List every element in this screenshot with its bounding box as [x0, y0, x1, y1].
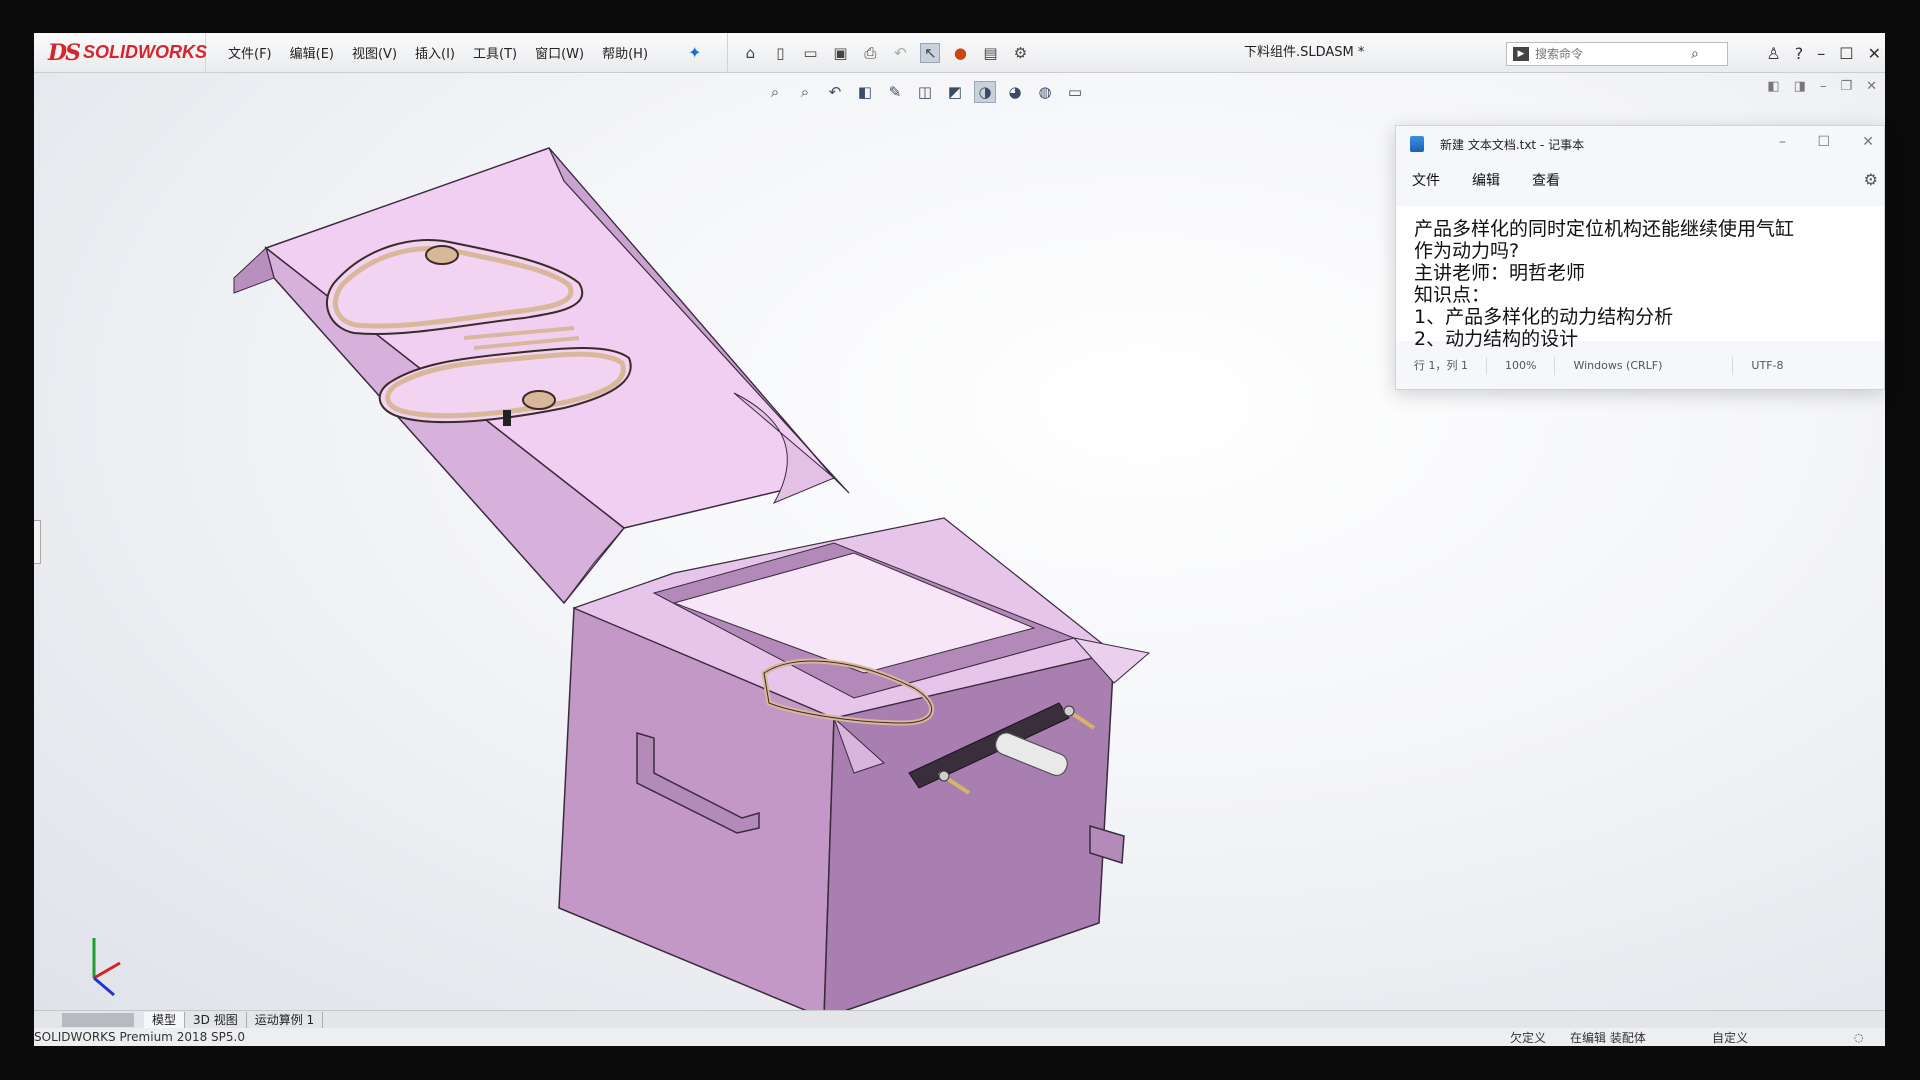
doc-minimize-icon[interactable]: – [1820, 79, 1827, 94]
select-cursor-icon[interactable]: ↖ [920, 42, 941, 63]
ds-logo-mark: DS [48, 39, 81, 66]
tab-3d-view[interactable]: 3D 视图 [185, 1011, 247, 1028]
menu-file[interactable]: 文件(F) [228, 43, 272, 62]
pin-icon[interactable]: ✦ [688, 43, 701, 62]
status-units[interactable]: 自定义 [1712, 1029, 1748, 1046]
text-encoding: UTF-8 [1751, 359, 1784, 372]
text-line: 主讲老师：明哲老师 [1414, 262, 1586, 284]
hide-show-items-icon[interactable]: ◑ [974, 81, 996, 103]
notepad-menu-file[interactable]: 文件 [1412, 170, 1440, 190]
close-icon[interactable]: ✕ [1868, 44, 1881, 63]
logo-text: SOLIDWORKS [82, 42, 207, 62]
new-document-icon[interactable]: ▯ [770, 43, 790, 63]
zoom-to-area-icon[interactable]: ⌕ [794, 81, 816, 103]
doc-close-icon[interactable]: ✕ [1866, 79, 1877, 94]
notepad-menu: 文件 编辑 查看 ⚙ [1396, 162, 1884, 198]
zoom-to-fit-icon[interactable]: ⌕ [764, 81, 786, 103]
solidworks-logo[interactable]: DS SOLIDWORKS [34, 33, 207, 73]
apply-scene-icon[interactable]: ◍ [1034, 81, 1056, 103]
notepad-window: 新建 文本文档.txt - 记事本 – ☐ ✕ 文件 编辑 查看 ⚙ 产品多样化… [1395, 125, 1885, 390]
notepad-text-area[interactable]: 产品多样化的同时定位机构还能继续使用气缸 作为动力吗? 主讲老师：明哲老师 知识… [1396, 206, 1884, 350]
notepad-status-bar: 行 1，列 1 100% Windows (CRLF) UTF-8 [1396, 352, 1884, 380]
status-editing: 在编辑 装配体 [1570, 1030, 1646, 1045]
text-line: 产品多样化的同时定位机构还能继续使用气缸 [1414, 218, 1795, 240]
maximize-icon[interactable]: ☐ [1839, 44, 1853, 63]
display-style-icon[interactable]: ◩ [944, 81, 966, 103]
tile-right-icon[interactable]: ◨ [1794, 79, 1806, 94]
window-controls: ♙ ? – ☐ ✕ [1766, 33, 1881, 73]
notepad-title: 新建 文本文档.txt - 记事本 [1440, 137, 1585, 152]
search-bar[interactable]: ▶ ⌕ [1506, 42, 1728, 66]
rebuild-icon[interactable]: ● [950, 43, 970, 63]
menu-bar: DS SOLIDWORKS 文件(F) 编辑(E) 视图(V) 插入(I) 工具… [34, 33, 1885, 73]
text-line: 1、产品多样化的动力结构分析 [1414, 306, 1674, 328]
notepad-title-bar: 新建 文本文档.txt - 记事本 – ☐ ✕ [1396, 126, 1884, 162]
text-line: 2、动力结构的设计 [1414, 328, 1579, 350]
text-line: 作为动力吗? [1414, 240, 1520, 262]
notepad-menu-edit[interactable]: 编辑 [1472, 170, 1500, 190]
save-icon[interactable]: ▣ [830, 43, 850, 63]
line-ending: Windows (CRLF) [1555, 357, 1734, 375]
document-window-controls: ◧ ◨ – ❐ ✕ [1767, 79, 1877, 94]
bottom-tab-bar: 模型 3D 视图 运动算例 1 [34, 1010, 1885, 1028]
print-icon[interactable]: ⎙ [860, 43, 880, 63]
notepad-menu-view[interactable]: 查看 [1532, 170, 1560, 190]
menu-help[interactable]: 帮助(H) [602, 43, 648, 62]
home-icon[interactable]: ⌂ [740, 43, 760, 63]
tab-model[interactable]: 模型 [144, 1011, 186, 1028]
menu-tools[interactable]: 工具(T) [473, 43, 517, 62]
cursor-position: 行 1，列 1 [1396, 357, 1487, 375]
notepad-app-icon [1410, 136, 1424, 152]
axis-triad-icon [92, 938, 121, 997]
status-bar: SOLIDWORKS Premium 2018 SP5.0 欠定义 在编辑 装配… [34, 1028, 1885, 1046]
zoom-level: 100% [1487, 357, 1556, 375]
standard-toolbar: ⌂ ▯ ▭ ▣ ⎙ ↶ ↖ ● ▤ ⚙ [727, 33, 1030, 73]
help-icon[interactable]: ? [1795, 44, 1804, 63]
minimize-icon[interactable]: – [1817, 44, 1825, 63]
menu-edit[interactable]: 编辑(E) [290, 43, 334, 62]
menu-window[interactable]: 窗口(W) [535, 43, 584, 62]
view-orientation-icon[interactable]: ◫ [914, 81, 936, 103]
heads-up-view-toolbar: ⌕ ⌕ ↶ ◧ ✎ ◫ ◩ ◑ ◕ ◍ ▭ [764, 77, 1086, 107]
notepad-settings-icon[interactable]: ⚙ [1864, 170, 1878, 189]
section-view-icon[interactable]: ◧ [854, 81, 876, 103]
notepad-close-icon[interactable]: ✕ [1862, 134, 1874, 150]
chat-icon[interactable]: ◌ [1854, 1031, 1864, 1044]
options-gear-icon[interactable]: ⚙ [1010, 43, 1030, 63]
view-settings-icon[interactable]: ▭ [1064, 81, 1086, 103]
notepad-maximize-icon[interactable]: ☐ [1817, 134, 1830, 150]
document-title: 下料组件.SLDASM * [1244, 45, 1365, 60]
file-properties-icon[interactable]: ▤ [980, 43, 1000, 63]
tab-scroll-arrows[interactable] [62, 1012, 134, 1027]
product-version: SOLIDWORKS Premium 2018 SP5.0 [34, 1030, 245, 1044]
search-icon[interactable]: ⌕ [1691, 46, 1699, 62]
text-line: 知识点： [1414, 284, 1491, 306]
menu-view[interactable]: 视图(V) [352, 43, 397, 62]
side-panel-handle[interactable] [34, 520, 41, 564]
tile-left-icon[interactable]: ◧ [1767, 79, 1779, 94]
notepad-minimize-icon[interactable]: – [1779, 134, 1786, 150]
dynamic-annotation-icon[interactable]: ✎ [884, 81, 906, 103]
undo-icon[interactable]: ↶ [890, 43, 910, 63]
command-search-icon: ▶ [1513, 47, 1529, 61]
edit-appearance-icon[interactable]: ◕ [1004, 81, 1026, 103]
menu-insert[interactable]: 插入(I) [415, 43, 455, 62]
tab-motion-study[interactable]: 运动算例 1 [247, 1011, 324, 1028]
user-icon[interactable]: ♙ [1766, 44, 1780, 63]
main-menu: 文件(F) 编辑(E) 视图(V) 插入(I) 工具(T) 窗口(W) 帮助(H… [206, 33, 701, 73]
search-input[interactable] [1535, 47, 1685, 61]
open-folder-icon[interactable]: ▭ [800, 43, 820, 63]
doc-restore-icon[interactable]: ❐ [1840, 79, 1852, 94]
status-definition: 欠定义 [1510, 1030, 1547, 1045]
previous-view-icon[interactable]: ↶ [824, 81, 846, 103]
